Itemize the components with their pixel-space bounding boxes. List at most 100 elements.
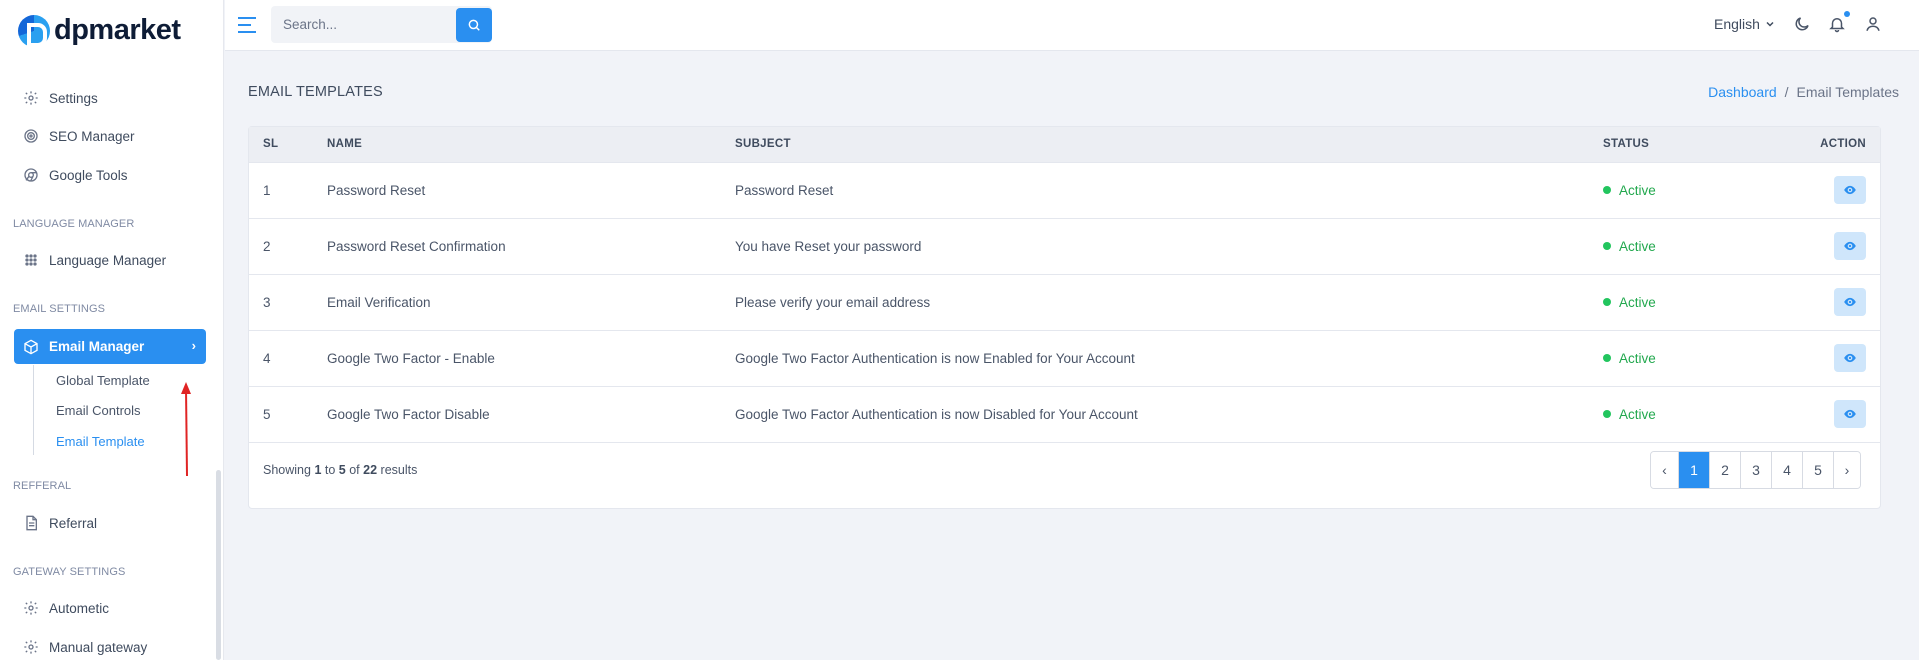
sidebar-item-autometic[interactable]: Autometic <box>14 591 206 625</box>
eye-icon <box>1844 353 1856 363</box>
summary-of-word: of <box>349 463 360 477</box>
email-templates-card: SL NAME SUBJECT STATUS ACTION 1 Password… <box>248 126 1881 509</box>
eye-icon <box>1844 185 1856 195</box>
pagination-prev-button[interactable]: ‹ <box>1651 452 1678 488</box>
pagination-page-1[interactable]: 1 <box>1678 452 1709 488</box>
submenu-item-email-template[interactable]: Email Template <box>56 434 145 449</box>
cell-subject: Please verify your email address <box>735 294 931 310</box>
table-row: 1 Password Reset Password Reset Active <box>249 162 1880 218</box>
view-button[interactable] <box>1834 344 1866 372</box>
eye-icon <box>1844 297 1856 307</box>
search-input[interactable] <box>271 6 456 43</box>
chevron-down-icon <box>1766 21 1774 27</box>
cell-name: Password Reset Confirmation <box>327 238 506 254</box>
table-row: 5 Google Two Factor Disable Google Two F… <box>249 386 1880 442</box>
status-dot-icon <box>1603 186 1611 195</box>
search-box <box>271 6 492 43</box>
search-icon <box>468 19 480 31</box>
sidebar-item-language-manager[interactable]: Language Manager <box>14 243 206 277</box>
status-label: Active <box>1619 406 1656 422</box>
section-label-language: LANGUAGE MANAGER <box>13 218 135 230</box>
status-label: Active <box>1619 294 1656 310</box>
cell-subject: Google Two Factor Authentication is now … <box>735 350 1135 366</box>
dark-mode-toggle[interactable] <box>1793 15 1811 33</box>
section-label-email: EMAIL SETTINGS <box>13 303 106 315</box>
breadcrumb-dashboard-link[interactable]: Dashboard <box>1708 84 1777 100</box>
top-header: English <box>225 0 1919 51</box>
page-title: EMAIL TEMPLATES <box>248 84 383 100</box>
sidebar-item-label: Google Tools <box>49 167 128 183</box>
chrome-icon <box>23 167 39 183</box>
pagination: ‹ 1 2 3 4 5 › <box>1650 451 1861 489</box>
sidebar-item-manual-gateway[interactable]: Manual gateway <box>14 630 206 660</box>
hamburger-menu-icon[interactable] <box>235 13 259 37</box>
status-dot-icon <box>1603 354 1611 363</box>
table-row: 4 Google Two Factor - Enable Google Two … <box>249 330 1880 386</box>
sidebar-item-google-tools[interactable]: Google Tools <box>14 158 206 192</box>
column-header-action: ACTION <box>1820 138 1866 151</box>
user-menu-button[interactable] <box>1864 15 1882 33</box>
view-button[interactable] <box>1834 232 1866 260</box>
view-button[interactable] <box>1834 288 1866 316</box>
sidebar-item-label: Referral <box>49 515 98 531</box>
search-button[interactable] <box>456 8 492 42</box>
pagination-page-2[interactable]: 2 <box>1709 452 1740 488</box>
language-selector[interactable]: English <box>1714 16 1776 32</box>
results-summary: Showing 1 to 5 of 22 results <box>263 463 417 477</box>
target-icon <box>23 128 39 144</box>
eye-icon <box>1844 241 1856 251</box>
gear-icon <box>23 90 39 106</box>
cell-action <box>1783 218 1880 274</box>
bell-icon <box>1829 18 1845 33</box>
submenu-item-global-template[interactable]: Global Template <box>56 373 150 388</box>
submenu-item-email-controls[interactable]: Email Controls <box>56 403 141 418</box>
document-icon <box>23 515 39 531</box>
cell-action <box>1783 274 1880 330</box>
breadcrumb-separator: / <box>1784 84 1789 100</box>
sidebar-item-label: Settings <box>49 90 98 106</box>
status-badge: Active <box>1603 407 1656 422</box>
gear-icon <box>23 600 39 616</box>
cell-subject: You have Reset your password <box>735 238 922 254</box>
column-header-status: STATUS <box>1603 138 1650 151</box>
view-button[interactable] <box>1834 400 1866 428</box>
cell-subject: Password Reset <box>735 182 834 198</box>
sidebar-item-label: Manual gateway <box>49 639 148 655</box>
sidebar-item-referral[interactable]: Referral <box>14 506 206 540</box>
view-button[interactable] <box>1834 176 1866 204</box>
breadcrumb-current: Email Templates <box>1796 84 1899 100</box>
cell-name: Google Two Factor Disable <box>327 406 490 422</box>
sidebar-item-label: Autometic <box>49 600 110 616</box>
sidebar-item-settings[interactable]: Settings <box>14 81 206 115</box>
cell-action <box>1783 162 1880 218</box>
status-label: Active <box>1619 350 1656 366</box>
cell-sl: 5 <box>263 406 271 422</box>
notifications-button[interactable] <box>1828 15 1846 33</box>
annotation-arrow <box>181 382 191 477</box>
cell-name: Google Two Factor - Enable <box>327 350 495 366</box>
cell-status: Active <box>1603 162 1783 218</box>
gear-icon <box>23 639 39 655</box>
sidebar-scrollbar[interactable] <box>216 470 221 660</box>
status-label: Active <box>1619 182 1656 198</box>
cell-action <box>1783 330 1880 386</box>
user-icon <box>1866 17 1880 31</box>
pagination-page-5[interactable]: 5 <box>1802 452 1833 488</box>
pagination-page-3[interactable]: 3 <box>1740 452 1771 488</box>
status-badge: Active <box>1603 295 1656 310</box>
sidebar-item-email-manager[interactable]: Email Manager › <box>14 329 206 364</box>
brand-logo[interactable]: dpmarket <box>18 14 181 47</box>
cell-subject: Google Two Factor Authentication is now … <box>735 406 1138 422</box>
table-header-row: SL NAME SUBJECT STATUS ACTION <box>249 127 1880 162</box>
breadcrumb: Dashboard / Email Templates <box>1708 84 1899 100</box>
sidebar-item-seo-manager[interactable]: SEO Manager <box>14 119 206 153</box>
summary-to-word: to <box>324 463 336 477</box>
pagination-page-4[interactable]: 4 <box>1771 452 1802 488</box>
pagination-next-button[interactable]: › <box>1833 452 1860 488</box>
moon-icon <box>1795 17 1809 31</box>
table-row: 3 Email Verification Please verify your … <box>249 274 1880 330</box>
cell-sl: 4 <box>263 350 271 366</box>
table-row: 2 Password Reset Confirmation You have R… <box>249 218 1880 274</box>
cell-status: Active <box>1603 274 1783 330</box>
section-label-referral: REFFERAL <box>13 480 72 492</box>
